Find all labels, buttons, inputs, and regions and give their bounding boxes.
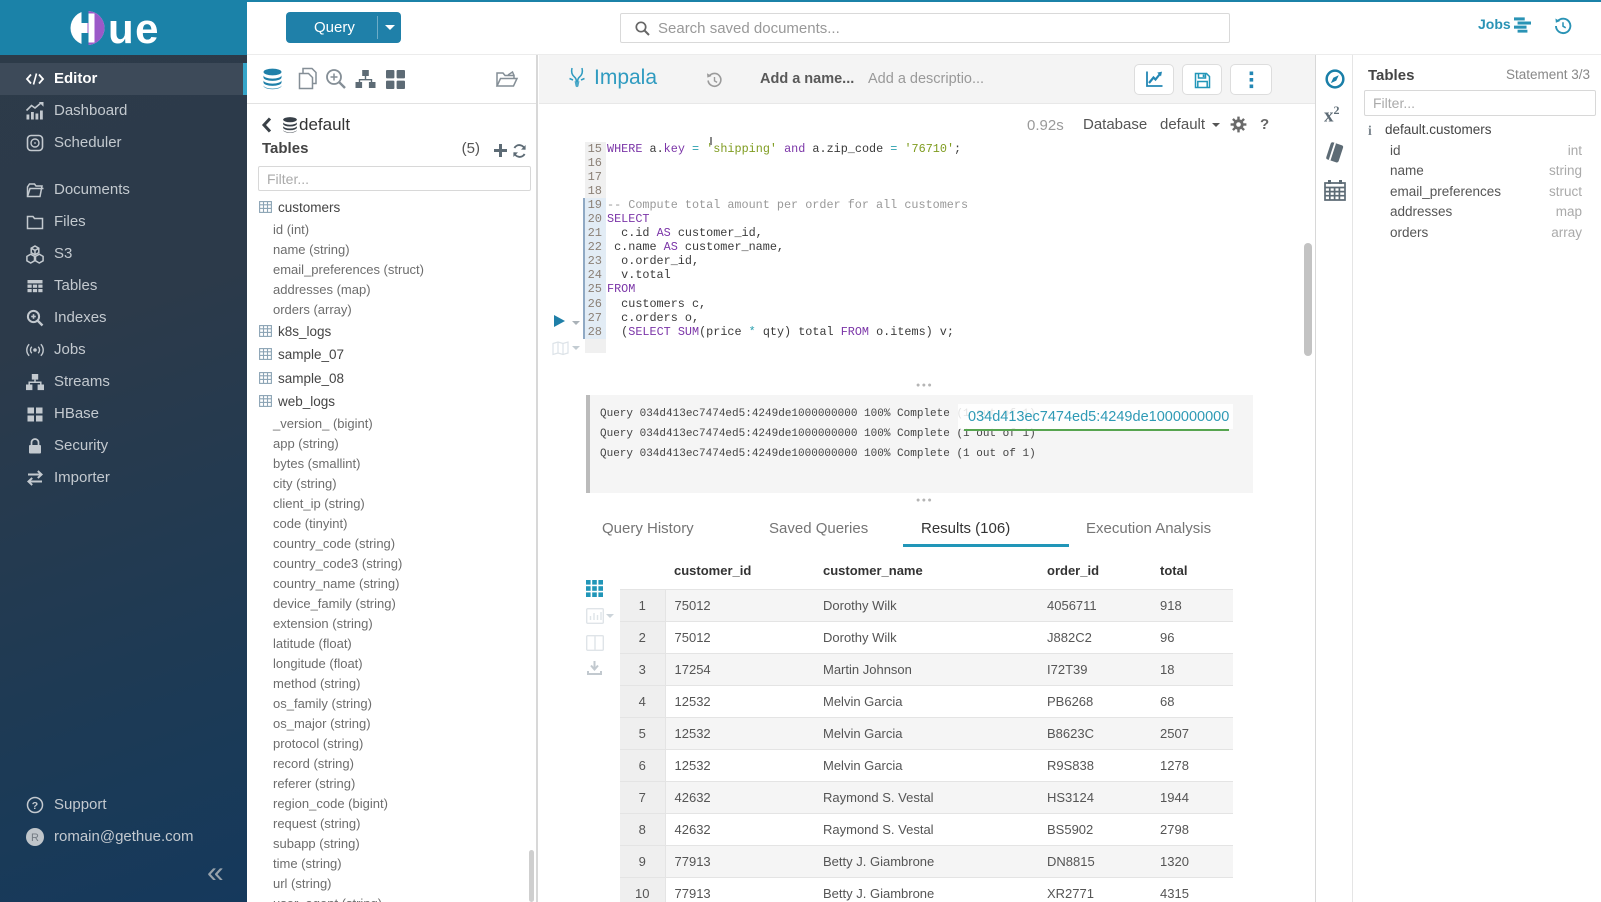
svg-text:?: ? bbox=[32, 800, 38, 812]
svg-text:ue: ue bbox=[108, 9, 160, 47]
svg-text:R: R bbox=[31, 832, 39, 844]
